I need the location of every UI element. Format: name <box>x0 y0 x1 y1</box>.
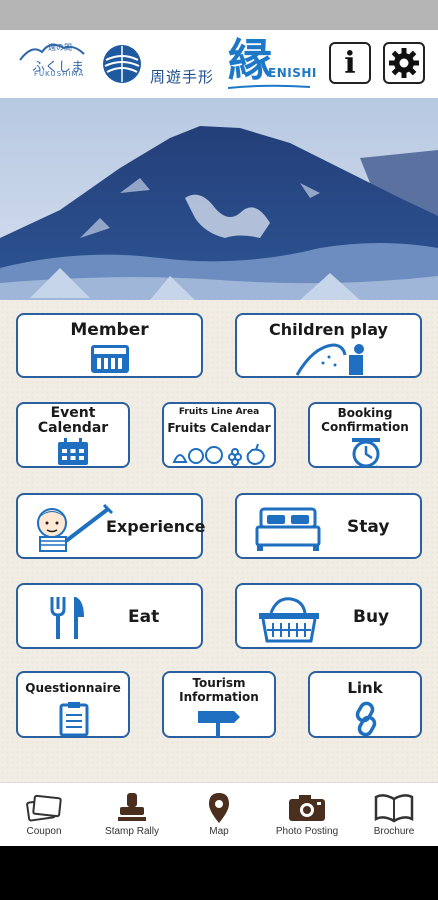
fork-knife-icon <box>50 597 84 639</box>
calendar-icon <box>58 438 88 465</box>
basket-icon <box>259 597 319 643</box>
eat-tile[interactable]: Eat <box>16 583 203 649</box>
shuyu-tegata-text: 周遊手形 <box>150 68 215 86</box>
camera-icon <box>289 795 325 821</box>
nav-coupon-label: Coupon <box>26 826 62 837</box>
experience-label: Experience <box>106 517 206 536</box>
clock-icon <box>352 438 380 468</box>
nav-brochure[interactable]: Brochure <box>350 783 438 847</box>
shuyu-emblem-icon <box>103 45 141 83</box>
stay-label: Stay <box>347 517 390 537</box>
nav-stamp-rally-label: Stamp Rally <box>105 826 159 837</box>
nav-map[interactable]: Map <box>175 783 263 847</box>
nav-stamp-rally[interactable]: Stamp Rally <box>88 783 176 847</box>
map-pin-icon <box>209 793 229 823</box>
nav-coupon[interactable]: Coupon <box>0 783 88 847</box>
eat-label: Eat <box>128 607 160 627</box>
stamp-icon <box>118 793 146 821</box>
nav-photo-posting[interactable]: Photo Posting <box>263 783 351 847</box>
member-label: Member <box>70 320 149 340</box>
nav-photo-posting-label: Photo Posting <box>275 826 339 837</box>
stay-tile[interactable]: Stay <box>235 493 422 559</box>
confirmation-label: Confirmation <box>321 420 409 434</box>
information-label: Information <box>179 690 259 704</box>
gear-icon <box>389 48 419 78</box>
buy-label: Buy <box>353 607 390 627</box>
booking-label: Booking <box>337 406 393 420</box>
member-card-icon <box>91 345 129 373</box>
enishi-kanji: 縁 <box>228 35 272 86</box>
bottom-navigation: Coupon Stamp Rally Map Photo Posting Bro… <box>0 782 438 847</box>
member-tile[interactable]: Member <box>16 313 203 378</box>
slide-icon <box>295 343 364 376</box>
nav-brochure-label: Brochure <box>373 826 415 837</box>
fruits-line-area-label: Fruits Line Area <box>178 407 260 417</box>
nav-map-label: Map <box>209 826 229 837</box>
fruits-calendar-label: Fruits Calendar <box>167 421 271 435</box>
mountain-photo <box>0 98 438 300</box>
tourism-label: Tourism <box>192 676 246 690</box>
experience-tile[interactable]: Experience <box>16 493 206 559</box>
status-bar <box>0 0 438 30</box>
app-header: 週の間 ふくしま FUKUSHIMA 周遊手形 縁 ENISHI i <box>0 30 438 98</box>
enishi-underline <box>228 84 310 89</box>
hero-image <box>0 98 438 300</box>
fukushima-sub-text: FUKUSHIMA <box>34 70 85 78</box>
chain-link-icon <box>355 701 377 737</box>
bed-icon <box>255 507 321 551</box>
system-navigation-bar <box>0 846 438 900</box>
questionnaire-label: Questionnaire <box>25 681 121 695</box>
children-play-label: Children play <box>269 320 388 339</box>
tourism-information-tile[interactable]: Tourism Information <box>162 671 276 738</box>
fukushima-top-text: 週の間 <box>48 43 72 52</box>
link-tile[interactable]: Link <box>308 671 422 738</box>
book-icon <box>374 794 414 823</box>
info-icon: i <box>344 45 356 81</box>
experience-person-icon <box>37 503 114 552</box>
clipboard-icon <box>59 702 89 737</box>
booking-confirmation-tile[interactable]: Booking Confirmation <box>308 402 422 468</box>
settings-button[interactable] <box>383 42 425 84</box>
signpost-icon <box>198 711 240 737</box>
link-label: Link <box>347 679 383 697</box>
fukushima-logo: 週の間 ふくしま FUKUSHIMA <box>18 38 86 90</box>
coupon-icon <box>26 794 62 822</box>
info-button[interactable]: i <box>329 42 371 84</box>
fruits-icon <box>172 443 266 466</box>
menu-grid: Member Children play Event Calendar Frui… <box>0 300 438 782</box>
enishi-roman: ENISHI <box>268 66 317 80</box>
questionnaire-tile[interactable]: Questionnaire <box>16 671 130 738</box>
buy-tile[interactable]: Buy <box>235 583 422 649</box>
event-label: Event <box>50 405 96 421</box>
event-calendar-tile[interactable]: Event Calendar <box>16 402 130 468</box>
calendar-label: Calendar <box>37 420 109 436</box>
fruits-calendar-tile[interactable]: Fruits Line Area Fruits Calendar <box>162 402 276 468</box>
children-play-tile[interactable]: Children play <box>235 313 422 378</box>
